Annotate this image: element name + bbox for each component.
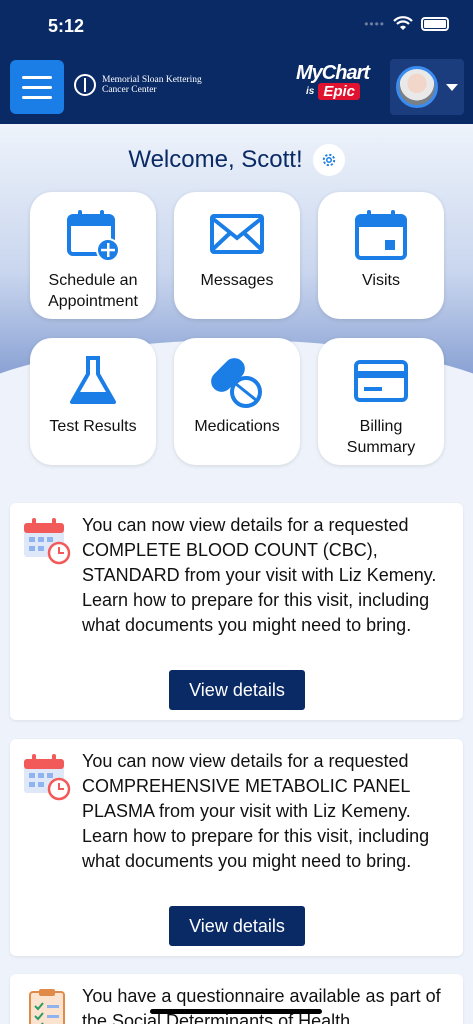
card-message: You can now view details for a requested… [82,751,430,871]
status-icons: •••• [364,16,449,31]
flask-icon [70,356,116,404]
welcome-row: Welcome, Scott! [0,144,473,176]
home-indicator [150,1009,322,1014]
notification-card: You can now view details for a requested… [10,503,463,720]
tile-label: Medications [194,418,280,435]
tile-billing-summary[interactable]: Billing Summary [318,338,444,465]
tile-medications[interactable]: Medications [174,338,300,465]
card-message: You have a questionnaire available as pa… [82,986,441,1024]
brand-is: is [306,86,315,97]
card-message: You can now view details for a requested… [82,515,437,635]
org-mark-icon [74,74,96,96]
tile-label: Messages [200,272,274,289]
account-switcher[interactable] [390,59,464,115]
tile-label: Visits [362,272,400,289]
calendar-clock-icon [24,754,71,801]
brand-epic: Epic [318,83,361,100]
clipboard-checklist-icon [29,989,65,1024]
status-time: 5:12 [48,16,85,36]
tile-label: Test Results [49,418,137,435]
wifi-icon [393,16,413,30]
chevron-down-icon [446,83,458,91]
gear-icon[interactable] [312,144,345,176]
tile-label: Schedule an Appointment [48,272,138,310]
tile-label: Billing Summary [346,418,416,456]
signal-icon: •••• [364,16,385,31]
menu-button[interactable] [10,60,64,114]
view-details-button[interactable]: View details [169,906,305,946]
notification-card: You have a questionnaire available as pa… [10,974,463,1024]
battery-icon [421,16,449,31]
credit-card-icon [354,360,408,402]
calendar-clock-icon [24,518,71,565]
tile-visits[interactable]: Visits [318,192,444,319]
avatar [396,66,438,108]
pills-icon [211,358,262,408]
view-details-button[interactable]: View details [169,670,305,710]
org-name: Memorial Sloan Kettering Cancer Center [102,75,202,95]
calendar-icon [355,210,407,260]
tile-messages[interactable]: Messages [174,192,300,319]
welcome-title: Welcome, Scott! [128,146,303,173]
brand-mychart: MyChart [296,62,370,84]
org-logo: Memorial Sloan Kettering Cancer Center [74,74,202,96]
envelope-icon [210,214,264,254]
tile-schedule-appointment[interactable]: Schedule an Appointment [30,192,156,319]
tile-test-results[interactable]: Test Results [30,338,156,465]
notification-card: You can now view details for a requested… [10,739,463,956]
app-header: 5:12 •••• Memorial Sloan Kettering Cance… [0,0,473,124]
calendar-plus-icon [67,210,120,262]
mychart-logo: MyChart is Epic [296,62,378,100]
quick-actions: Schedule an Appointment Messages Visits … [30,192,444,465]
